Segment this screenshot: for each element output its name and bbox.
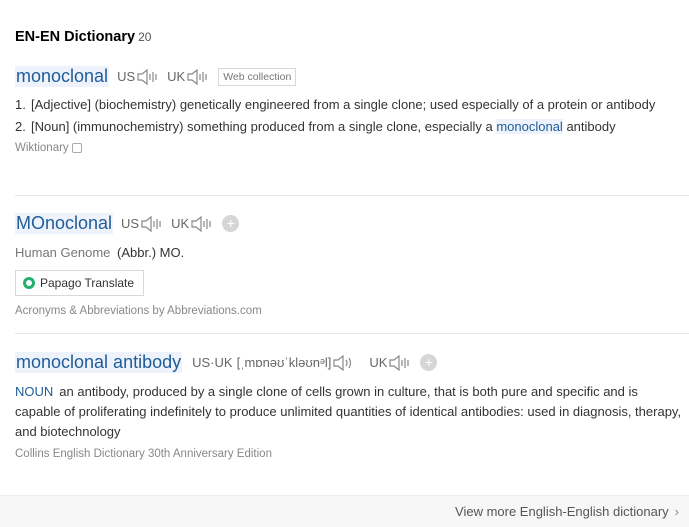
chevron-right-icon: ›	[674, 504, 679, 519]
ipa-text: [ˌmɒnəʊˈkləʊnᵊl]	[236, 355, 332, 370]
dictionary-title: EN-EN Dictionary	[15, 29, 136, 45]
us-pron-label: US	[121, 216, 140, 231]
us-pron-label: US	[117, 69, 136, 84]
web-collection-badge[interactable]: Web collection	[218, 67, 297, 86]
footer-bar: View more English-English dictionary ›	[0, 495, 689, 527]
papago-logo-icon	[23, 277, 35, 289]
headword[interactable]: MOnoclonal	[15, 213, 114, 234]
source-label: Wiktionary	[15, 142, 689, 154]
speaker-icon[interactable]	[191, 215, 213, 232]
headword[interactable]: monoclonal antibody	[15, 352, 183, 373]
speaker-icon[interactable]	[137, 68, 159, 85]
view-more-link[interactable]: View more English-English dictionary ›	[455, 504, 679, 519]
definition-item: 2. [Noun] (immunochemistry) something pr…	[15, 119, 616, 134]
noun-definition: NOUN an antibody, produced by a single cl…	[15, 384, 682, 439]
category-label: Human Genome	[15, 245, 111, 260]
entry-monoclonal-abbr: MOnoclonal US UK + Human Genome (Abbr.) …	[15, 213, 689, 317]
uk-pron-label: UK	[167, 69, 186, 84]
plus-icon[interactable]: +	[420, 354, 438, 371]
uk-pron-label: UK	[171, 216, 190, 231]
definition-list: 1. [Adjective] (biochemistry) geneticall…	[15, 95, 689, 137]
divider	[15, 195, 689, 196]
source-label[interactable]: Acronyms & Abbreviations by Abbreviation…	[15, 305, 689, 317]
result-count: 20	[138, 30, 152, 44]
dictionary-header: EN-EN Dictionary 20	[15, 28, 151, 46]
speaker-icon[interactable]	[187, 68, 209, 85]
uk-pron-label: UK	[369, 355, 388, 370]
part-of-speech: NOUN	[15, 384, 54, 399]
speaker-icon[interactable]	[389, 354, 411, 371]
entry-monoclonal-antibody: monoclonal antibody US·UK [ˌmɒnəʊˈkləʊnᵊ…	[15, 352, 685, 460]
abbr-text: (Abbr.) MO.	[117, 245, 185, 260]
checkbox-icon[interactable]	[71, 142, 82, 153]
source-label[interactable]: Collins English Dictionary 30th Annivers…	[15, 448, 685, 460]
us-uk-pron-label: US·UK	[192, 355, 233, 370]
definition-item: 1. [Adjective] (biochemistry) geneticall…	[15, 97, 656, 112]
divider	[15, 333, 689, 334]
headword[interactable]: monoclonal	[15, 66, 110, 87]
speaker-icon[interactable]	[141, 215, 163, 232]
speaker-icon[interactable]	[333, 354, 355, 371]
entry-monoclonal: monoclonal US UK Web collection 1. [Adje…	[15, 66, 689, 154]
papago-translate-button[interactable]: Papago Translate	[15, 270, 145, 296]
abbr-line: Human Genome (Abbr.) MO.	[15, 243, 689, 263]
plus-icon[interactable]: +	[222, 215, 240, 232]
highlighted-term[interactable]: monoclonal	[496, 119, 563, 134]
